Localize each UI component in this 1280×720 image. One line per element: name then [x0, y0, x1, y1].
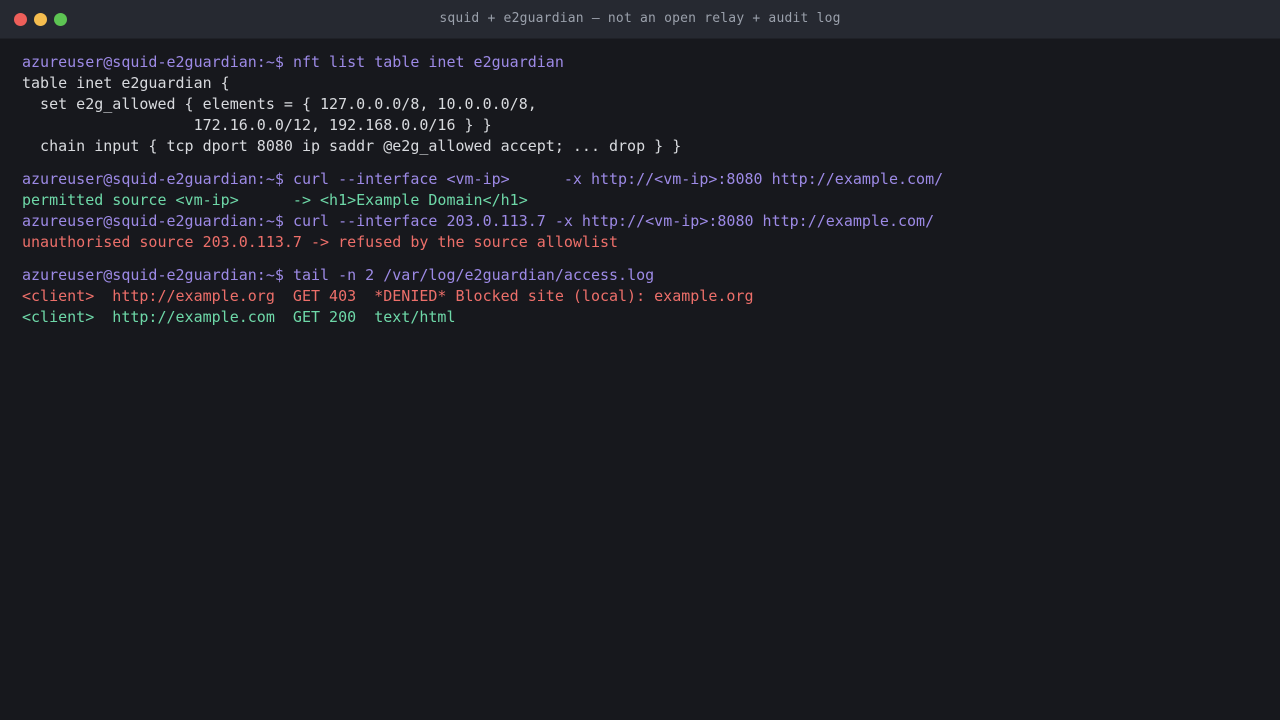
- command-text: tail -n 2 /var/log/e2guardian/access.log: [292, 266, 655, 284]
- command-line: azureuser@squid-e2guardian:~$ tail -n 2 …: [22, 265, 1260, 286]
- command-text: nft list table inet e2guardian: [292, 53, 564, 71]
- command-line: azureuser@squid-e2guardian:~$ curl --int…: [22, 211, 1260, 232]
- command-text: curl --interface 203.0.113.7 -x http://<…: [292, 212, 935, 230]
- command-line: azureuser@squid-e2guardian:~$ nft list t…: [22, 52, 1260, 73]
- command-text: curl --interface <vm-ip> -x http://<vm-i…: [292, 170, 944, 188]
- shell-prompt: azureuser@squid-e2guardian:~$: [22, 53, 284, 71]
- output-line-refused: unauthorised source 203.0.113.7 -> refus…: [22, 233, 619, 251]
- shell-prompt: azureuser@squid-e2guardian:~$: [22, 212, 284, 230]
- log-line-allowed: <client> http://example.com GET 200 text…: [22, 308, 456, 326]
- output-line: table inet e2guardian {: [22, 74, 230, 92]
- command-line: azureuser@squid-e2guardian:~$ curl --int…: [22, 169, 1260, 190]
- output-line: 172.16.0.0/12, 192.168.0.0/16 } }: [22, 116, 492, 134]
- log-line-denied: <client> http://example.org GET 403 *DEN…: [22, 287, 754, 305]
- title-bar: squid + e2guardian — not an open relay +…: [0, 0, 1280, 39]
- shell-prompt: azureuser@squid-e2guardian:~$: [22, 170, 284, 188]
- output-line-permitted: permitted source <vm-ip> -> <h1>Example …: [22, 191, 528, 209]
- window-title: squid + e2guardian — not an open relay +…: [439, 11, 841, 26]
- shell-prompt: azureuser@squid-e2guardian:~$: [22, 266, 284, 284]
- terminal-window: squid + e2guardian — not an open relay +…: [0, 0, 1280, 720]
- terminal-output[interactable]: azureuser@squid-e2guardian:~$ nft list t…: [22, 52, 1260, 328]
- output-line: set e2g_allowed { elements = { 127.0.0.0…: [22, 95, 537, 113]
- output-line: chain input { tcp dport 8080 ip saddr @e…: [22, 137, 682, 155]
